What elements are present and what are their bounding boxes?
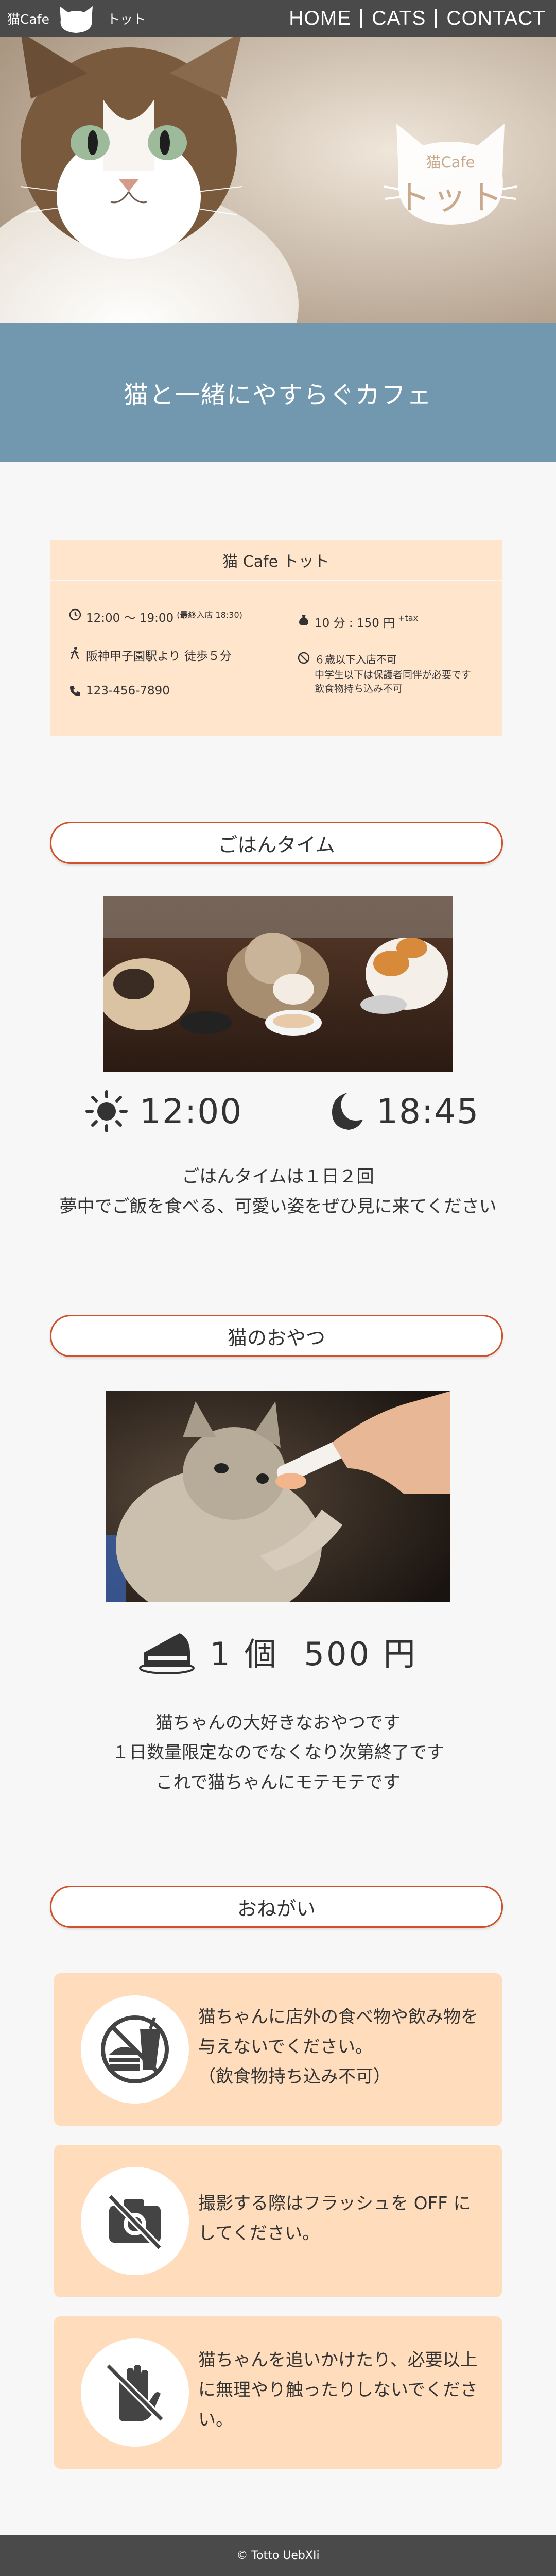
- money-bag-icon: [299, 615, 308, 625]
- price-row: 10 分 : 150 円 +tax: [297, 613, 471, 631]
- price-text: 10 分 : 150 円: [315, 617, 395, 630]
- hero-badge-title: トット: [396, 178, 505, 217]
- requests-section-heading: おねがい: [50, 1886, 503, 1928]
- rule-guardian: 中学生以下は保護者同伴が必要です: [315, 669, 472, 681]
- access-text: 阪神甲子園駅より 徒歩５分: [86, 650, 232, 663]
- site-footer: © Totto UebXIi: [0, 2535, 556, 2576]
- copyright-text: © Totto UebXIi: [236, 2549, 320, 2562]
- meal-times: 12:00 18:45: [0, 1090, 556, 1146]
- rule-age: ６歳以下入店不可: [315, 653, 397, 666]
- hero-tagline: 猫と一緒にやすらぐカフェ: [0, 323, 556, 462]
- rule-no-food: 飲食物持ち込み不可: [315, 683, 403, 694]
- cat-eating-snack-photo: [106, 1391, 450, 1602]
- brand-text: 猫Cafe: [7, 12, 49, 27]
- request-line: （飲食物持ち込み不可）: [198, 2066, 391, 2087]
- snack-section-heading: 猫のおやつ: [50, 1315, 503, 1357]
- hero-badge-label: 猫Cafe: [426, 154, 475, 171]
- sun-icon: [85, 1090, 128, 1132]
- snack-price-value: 500 円: [304, 1635, 418, 1673]
- snack-quantity: 1 個: [210, 1635, 279, 1673]
- rule-line: ６歳以下入店不可: [297, 651, 471, 666]
- no-camera-flash-icon: [107, 2194, 163, 2250]
- meal-time-2: 18:45: [376, 1091, 480, 1131]
- meal-section-heading: ごはんタイム: [50, 822, 503, 864]
- shop-info-box: 猫 Cafe トット 12:00 ～ 19:00 (最終入店 18:30) 阪神…: [50, 540, 502, 736]
- snack-line-1: 猫ちゃんの大好きなおやつです: [155, 1713, 401, 1733]
- site-header: 猫Cafe トット HOME CATS CONTACT: [0, 0, 556, 37]
- request-card-no-food: 猫ちゃんに店外の食べ物や飲み物を 与えないでください。 （飲食物持ち込み不可）: [54, 1973, 502, 2126]
- snack-photo: [106, 1391, 450, 1602]
- hours-text: 12:00 ～ 19:00: [86, 612, 174, 625]
- nav-cats[interactable]: CATS: [372, 7, 426, 30]
- meal-line-2: 夢中でご飯を食べる、可愛い姿をぜひ見に来てください: [59, 1196, 497, 1217]
- snack-line-3: これで猫ちゃんにモテモテです: [155, 1772, 401, 1793]
- request-card-no-touch: 猫ちゃんを追いかけたり、必要以上 に無理やり触ったりしないでくださ い。: [54, 2316, 502, 2469]
- access-row: 阪神甲子園駅より 徒歩５分: [68, 646, 242, 664]
- clock-icon: [69, 608, 81, 621]
- request-text: 撮影する際はフラッシュを OFF に してください。: [198, 2189, 492, 2248]
- request-text: 猫ちゃんに店外の食べ物や飲み物を 与えないでください。 （飲食物持ち込み不可）: [198, 2002, 492, 2092]
- hours-note: (最終入店 18:30): [177, 610, 242, 620]
- no-food-icon: [101, 2015, 169, 2083]
- nav-divider: [435, 9, 438, 28]
- meal-time-dinner: 18:45: [322, 1090, 479, 1133]
- phone-text[interactable]: 123-456-7890: [86, 684, 170, 698]
- request-card-no-flash: 撮影する際はフラッシュを OFF に してください。: [54, 2145, 502, 2297]
- snack-price: 1 個 500 円: [0, 1623, 556, 1680]
- phone-icon: [70, 686, 80, 696]
- request-line: 猫ちゃんを追いかけたり、必要以上: [198, 2350, 478, 2370]
- request-icon-circle: [81, 2338, 189, 2447]
- phone-row: 123-456-7890: [68, 684, 242, 698]
- hero-image: 猫Cafe トット: [0, 37, 556, 323]
- cats-eating-photo: [103, 896, 453, 1072]
- cake-slice-icon: [139, 1633, 195, 1674]
- brand[interactable]: 猫Cafe トット: [7, 2, 146, 35]
- snack-line-2: １日数量限定なのでなくなり次第終了です: [112, 1742, 444, 1763]
- prohibited-icon: [298, 652, 310, 664]
- request-line: に無理やり触ったりしないでくださ: [198, 2380, 478, 2400]
- request-line: 猫ちゃんに店外の食べ物や飲み物を: [198, 2007, 478, 2027]
- meal-description: ごはんタイムは１日２回 夢中でご飯を食べる、可愛い姿をぜひ見に来てください: [0, 1162, 556, 1222]
- no-touch-icon: [106, 2363, 164, 2422]
- request-text: 猫ちゃんを追いかけたり、必要以上 に無理やり触ったりしないでくださ い。: [198, 2345, 492, 2435]
- meal-photo: [103, 896, 453, 1072]
- hours-row: 12:00 ～ 19:00 (最終入店 18:30): [68, 608, 242, 625]
- cat-logo-icon: [59, 6, 93, 33]
- request-icon-circle: [81, 1995, 189, 2104]
- meal-time-lunch: 12:00: [85, 1090, 242, 1133]
- snack-description: 猫ちゃんの大好きなおやつです １日数量限定なのでなくなり次第終了です これで猫ち…: [0, 1708, 556, 1798]
- nav-contact[interactable]: CONTACT: [446, 7, 546, 30]
- main-nav: HOME CATS CONTACT: [289, 7, 546, 30]
- shop-info-right: 10 分 : 150 円 +tax ６歳以下入店不可 中学生以下は保護者同伴が必…: [297, 608, 471, 696]
- rules-row: ６歳以下入店不可 中学生以下は保護者同伴が必要です 飲食物持ち込み不可: [297, 651, 471, 696]
- price-note: +tax: [398, 613, 419, 623]
- request-line: い。: [198, 2410, 233, 2430]
- request-line: 撮影する際はフラッシュを OFF に: [198, 2193, 471, 2214]
- walking-icon: [71, 647, 79, 659]
- meal-time-1: 12:00: [140, 1091, 243, 1131]
- request-line: 与えないでください。: [198, 2037, 373, 2057]
- nav-home[interactable]: HOME: [289, 7, 351, 30]
- request-line: してください。: [198, 2223, 320, 2244]
- shop-info-left: 12:00 ～ 19:00 (最終入店 18:30) 阪神甲子園駅より 徒歩５分…: [68, 608, 242, 718]
- nav-divider: [360, 9, 363, 28]
- moon-icon: [332, 1093, 363, 1130]
- brand-sub-text: トット: [107, 12, 146, 27]
- shop-info-title: 猫 Cafe トット: [50, 540, 502, 581]
- request-icon-circle: [81, 2167, 189, 2275]
- meal-line-1: ごはんタイムは１日２回: [182, 1166, 374, 1187]
